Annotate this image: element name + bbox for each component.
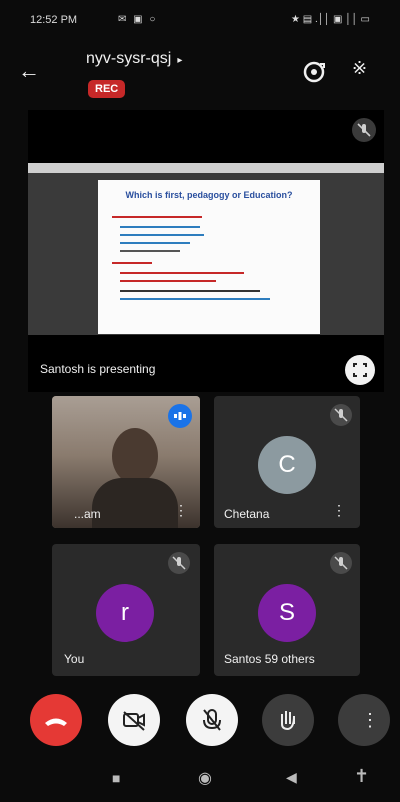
slide-text-line bbox=[120, 234, 204, 236]
more-options-icon[interactable]: ⋮ bbox=[174, 502, 188, 519]
slide-text-line bbox=[112, 262, 152, 264]
system-nav-bar: ■ ◉ ◀ ✝ bbox=[0, 758, 400, 802]
rec-badge: REC bbox=[88, 80, 126, 98]
more-button[interactable]: ⋮ bbox=[338, 694, 390, 746]
fullscreen-icon bbox=[353, 363, 367, 377]
participant-name: Chetana bbox=[224, 507, 270, 521]
more-options-icon[interactable]: ⋮ bbox=[332, 502, 346, 519]
raise-hand-icon bbox=[281, 711, 295, 731]
back-arrow-icon[interactable]: ← bbox=[18, 58, 40, 84]
meeting-code: nyv-sysr-qsj bbox=[86, 50, 172, 67]
speaking-indicator-icon bbox=[168, 404, 192, 428]
presenter-mic-off-icon bbox=[352, 118, 376, 142]
participant-tile-video[interactable]: ...am ⋮ bbox=[52, 396, 200, 528]
avatar: r bbox=[96, 584, 154, 642]
slide-text-line bbox=[120, 298, 270, 300]
participant-head bbox=[112, 428, 158, 484]
back-icon[interactable]: ◀ bbox=[286, 769, 297, 786]
mic-off-icon bbox=[203, 709, 221, 731]
more-vert-icon: ⋮ bbox=[361, 710, 379, 730]
camera-toggle-button[interactable] bbox=[108, 694, 160, 746]
avatar: C bbox=[258, 436, 316, 494]
mic-off-icon bbox=[330, 404, 352, 426]
participant-name: Santos 59 others bbox=[224, 652, 315, 666]
end-call-button[interactable] bbox=[30, 694, 82, 746]
slide-text-line bbox=[120, 290, 260, 292]
mic-toggle-button[interactable] bbox=[186, 694, 238, 746]
notification-icons: ✉ ▣ ○ bbox=[118, 14, 158, 25]
camera-off-icon bbox=[123, 711, 145, 731]
end-call-icon bbox=[45, 718, 67, 726]
bluetooth-icon[interactable]: ※ bbox=[352, 58, 367, 79]
participant-name: You bbox=[64, 652, 85, 666]
meeting-title[interactable]: nyv-sysr-qsj ▸ bbox=[86, 50, 182, 68]
slide-text-line bbox=[120, 272, 244, 274]
mic-off-icon bbox=[330, 552, 352, 574]
shared-screen-toolbar bbox=[28, 163, 384, 173]
slide-text-line bbox=[120, 280, 216, 282]
slide-text-line bbox=[120, 250, 180, 252]
participant-tile-you[interactable]: r You bbox=[52, 544, 200, 676]
participant-tile-chetana[interactable]: C Chetana ⋮ bbox=[214, 396, 360, 528]
slide-title: Which is first, pedagogy or Education? bbox=[125, 190, 293, 200]
system-icons: ★ ▤ .││ ▣ ││ ▭ bbox=[291, 14, 370, 25]
recents-icon[interactable]: ■ bbox=[112, 770, 120, 786]
camera-switch-icon[interactable] bbox=[300, 58, 328, 86]
participant-body bbox=[92, 478, 178, 528]
mic-off-icon bbox=[168, 552, 190, 574]
home-icon[interactable]: ◉ bbox=[198, 768, 212, 788]
participant-name: ...am bbox=[74, 507, 101, 521]
status-time: 12:52 PM bbox=[30, 14, 78, 26]
participant-tile-others[interactable]: S Santos 59 others bbox=[214, 544, 360, 676]
slide-text-line bbox=[120, 242, 190, 244]
raise-hand-button[interactable] bbox=[262, 694, 314, 746]
slide-text-line bbox=[112, 216, 202, 218]
caret-icon: ▸ bbox=[177, 55, 183, 66]
slide: Which is first, pedagogy or Education? bbox=[98, 180, 320, 334]
status-bar: 12:52 PM ✉ ▣ ○ ★ ▤ .││ ▣ ││ ▭ bbox=[0, 0, 400, 38]
avatar: S bbox=[258, 584, 316, 642]
presenting-label: Santosh is presenting bbox=[40, 362, 156, 376]
slide-text-line bbox=[120, 226, 200, 228]
fullscreen-button[interactable] bbox=[345, 355, 375, 385]
accessibility-icon[interactable]: ✝ bbox=[354, 766, 369, 787]
